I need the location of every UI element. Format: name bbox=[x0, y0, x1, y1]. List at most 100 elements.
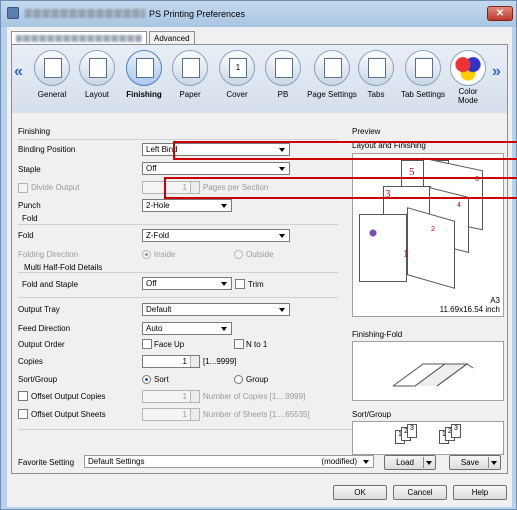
trim-checkbox[interactable] bbox=[235, 279, 245, 289]
offset-output-sheets-checkbox[interactable] bbox=[18, 409, 28, 419]
nav-label: Cover bbox=[226, 90, 248, 99]
divider bbox=[18, 272, 338, 273]
folding-direction-label: Folding Direction bbox=[18, 250, 79, 259]
scroll-left-icon[interactable]: « bbox=[14, 63, 23, 81]
output-tray-select[interactable]: Default bbox=[142, 303, 290, 316]
sheet-page-number: 4 bbox=[457, 202, 461, 209]
nav-cover[interactable]: 1 Cover bbox=[217, 48, 257, 110]
chevron-down-icon bbox=[363, 460, 369, 464]
nav-label: Finishing bbox=[126, 90, 162, 99]
binding-position-label: Binding Position bbox=[18, 145, 76, 154]
function-icon-bar: « General Layout Finishing Paper 1 Cover … bbox=[12, 45, 507, 113]
spin-arrows-icon[interactable] bbox=[190, 409, 199, 420]
chevron-down-icon bbox=[221, 204, 227, 208]
n-to-1-checkbox[interactable] bbox=[234, 339, 244, 349]
nav-label: Tabs bbox=[367, 90, 385, 99]
punch-callout bbox=[164, 177, 517, 199]
close-button[interactable]: ✕ bbox=[487, 6, 513, 21]
pb-icon bbox=[265, 50, 301, 86]
sort-label: Sort bbox=[154, 375, 169, 384]
divide-output-checkbox[interactable] bbox=[18, 183, 28, 193]
number-of-copies-label: Number of Copies [1....9999] bbox=[203, 392, 306, 401]
split-divider bbox=[488, 457, 489, 468]
ok-button[interactable]: OK bbox=[333, 485, 387, 500]
finishing-icon bbox=[126, 50, 162, 86]
staple-label: Staple bbox=[18, 165, 41, 174]
punch-select[interactable]: 2-Hole bbox=[142, 199, 232, 212]
stack-sheet: 3 bbox=[451, 424, 461, 438]
fold-group-label: Fold bbox=[22, 214, 38, 223]
scroll-right-icon[interactable]: » bbox=[492, 63, 501, 81]
nav-label: PB bbox=[277, 90, 289, 99]
preview-sheet bbox=[359, 214, 407, 282]
preview-sheet bbox=[407, 207, 455, 289]
group-radio[interactable] bbox=[234, 375, 243, 384]
tab-advanced[interactable]: Advanced bbox=[149, 31, 195, 45]
face-up-label: Face Up bbox=[154, 340, 185, 349]
favorite-setting-select[interactable]: Default Settings (modified) bbox=[84, 455, 374, 468]
nav-tabs[interactable]: Tabs bbox=[356, 48, 396, 110]
printing-preferences-window: PS Printing Preferences ✕ Advanced « Gen… bbox=[0, 0, 517, 510]
layout-icon bbox=[79, 50, 115, 86]
copies-range-label: [1...9999] bbox=[203, 357, 237, 366]
nav-page-settings[interactable]: Page Settings bbox=[306, 48, 358, 110]
load-button[interactable]: Load bbox=[384, 455, 436, 470]
sheet-page-number: 2 bbox=[431, 226, 435, 233]
offset-output-copies-checkbox[interactable] bbox=[18, 391, 28, 401]
help-button[interactable]: Help bbox=[453, 485, 507, 500]
nav-label: Paper bbox=[179, 90, 201, 99]
split-divider bbox=[423, 457, 424, 468]
fold-select[interactable]: Z-Fold bbox=[142, 229, 290, 242]
divider bbox=[18, 224, 338, 225]
nav-color-mode[interactable]: Color Mode bbox=[448, 48, 488, 110]
select-value: Default bbox=[146, 305, 172, 314]
fold-and-staple-select[interactable]: Off bbox=[142, 277, 232, 290]
spin-arrows-icon[interactable] bbox=[190, 356, 199, 367]
nav-label: Color Mode bbox=[457, 87, 478, 105]
tab-main[interactable] bbox=[11, 31, 147, 45]
offset-sheets-spinner[interactable]: 1 bbox=[142, 408, 200, 421]
save-button[interactable]: Save bbox=[449, 455, 501, 470]
feed-direction-select[interactable]: Auto bbox=[142, 322, 232, 335]
paper-size-name: A3 bbox=[490, 296, 500, 305]
face-up-checkbox[interactable] bbox=[142, 339, 152, 349]
group-label: Group bbox=[246, 375, 269, 384]
punch-label: Punch bbox=[18, 201, 41, 210]
color-mode-icon bbox=[450, 50, 486, 86]
printer-app-icon bbox=[7, 7, 19, 19]
select-value: Auto bbox=[146, 324, 163, 333]
divider bbox=[18, 297, 338, 298]
sort-radio[interactable] bbox=[142, 375, 151, 384]
folding-inside-radio[interactable] bbox=[142, 250, 151, 259]
paper-icon bbox=[172, 50, 208, 86]
copies-spinner[interactable]: 1 bbox=[142, 355, 200, 368]
nav-tab-settings[interactable]: Tab Settings bbox=[398, 48, 448, 110]
spinner-value: 1 bbox=[182, 410, 187, 419]
redacted-printer-name bbox=[25, 9, 145, 18]
n-to-1-label: N to 1 bbox=[246, 340, 268, 349]
folding-inside-label: Inside bbox=[154, 250, 176, 259]
spin-arrows-icon[interactable] bbox=[190, 391, 199, 402]
nav-general[interactable]: General bbox=[32, 48, 72, 110]
chevron-down-icon[interactable] bbox=[426, 461, 432, 465]
nav-paper[interactable]: Paper bbox=[170, 48, 210, 110]
nav-finishing[interactable]: Finishing bbox=[124, 48, 164, 110]
tab-settings-icon bbox=[405, 50, 441, 86]
redacted-tab-label bbox=[16, 35, 142, 42]
cancel-button[interactable]: Cancel bbox=[393, 485, 447, 500]
nav-layout[interactable]: Layout bbox=[77, 48, 117, 110]
chevron-down-icon bbox=[279, 308, 285, 312]
chevron-down-icon bbox=[279, 167, 285, 171]
favorite-setting-label: Favorite Setting bbox=[18, 458, 75, 467]
offset-copies-spinner[interactable]: 1 bbox=[142, 390, 200, 403]
staple-select[interactable]: Off bbox=[142, 162, 290, 175]
divide-output-label: Divide Output bbox=[31, 183, 80, 192]
offset-output-sheets-label: Offset Output Sheets bbox=[31, 410, 106, 419]
folding-outside-radio[interactable] bbox=[234, 250, 243, 259]
nav-pb[interactable]: PB bbox=[263, 48, 303, 110]
page-settings-icon bbox=[314, 50, 350, 86]
number-of-sheets-label: Number of Sheets [1....65535] bbox=[203, 410, 310, 419]
chevron-down-icon[interactable] bbox=[491, 461, 497, 465]
nav-label: Tab Settings bbox=[400, 90, 446, 99]
copies-label: Copies bbox=[18, 357, 43, 366]
